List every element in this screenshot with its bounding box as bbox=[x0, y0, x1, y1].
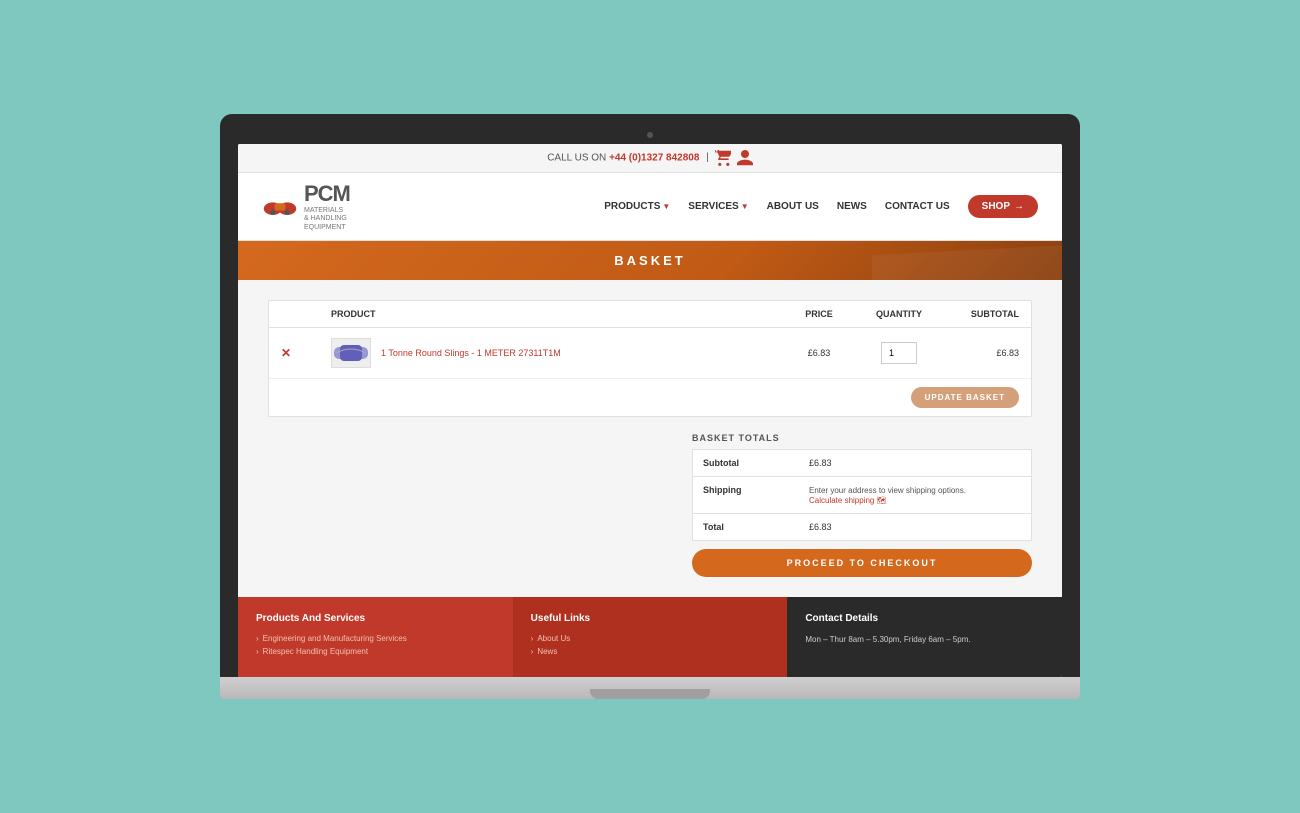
calculate-shipping-link[interactable]: Calculate shipping 🗺 bbox=[809, 496, 1021, 505]
footer-col2-title: Useful Links bbox=[531, 613, 770, 624]
banner-title: BASKET bbox=[250, 253, 1050, 268]
totals-table: Subtotal £6.83 Shipping Enter your addre… bbox=[692, 449, 1032, 541]
subtotal-value: £6.83 bbox=[809, 458, 1021, 468]
item-subtotal: £6.83 bbox=[939, 348, 1019, 358]
page-banner: BASKET bbox=[238, 241, 1062, 280]
col-sub-header: Subtotal bbox=[939, 309, 1019, 319]
sling-image bbox=[332, 339, 370, 367]
shipping-value: Enter your address to view shipping opti… bbox=[809, 485, 1021, 505]
footer-links: Useful Links About Us News bbox=[513, 597, 788, 677]
basket-totals-area: BASKET TOTALS Subtotal £6.83 Shipping En… bbox=[268, 433, 1032, 577]
main-nav: PRODUCTS ▼ SERVICES ▼ ABOUT US NEWS CONT bbox=[604, 195, 1038, 218]
total-value: £6.83 bbox=[809, 522, 1021, 532]
user-icon[interactable] bbox=[737, 150, 753, 166]
arrow-right-icon: → bbox=[1014, 201, 1024, 212]
external-link-icon: 🗺 bbox=[876, 496, 886, 505]
footer-link-engineering[interactable]: Engineering and Manufacturing Services bbox=[256, 634, 495, 643]
footer-link-about[interactable]: About Us bbox=[531, 634, 770, 643]
chevron-down-icon: ▼ bbox=[662, 202, 670, 211]
shipping-note: Enter your address to view shipping opti… bbox=[809, 485, 1021, 496]
col-qty-header: Quantity bbox=[859, 309, 939, 319]
laptop-notch bbox=[590, 689, 710, 699]
quantity-input[interactable] bbox=[881, 342, 917, 364]
subtotal-label: Subtotal bbox=[703, 458, 809, 468]
total-label: Total bbox=[703, 522, 809, 532]
update-basket-button[interactable]: UPDATE BASKET bbox=[911, 387, 1019, 408]
footer-hours: Mon – Thur 8am – 5.30pm, Friday 6am – 5p… bbox=[805, 634, 1044, 647]
footer-col3-title: Contact Details bbox=[805, 613, 1044, 624]
logo-subtitle: MATERIALS& HANDLINGEQUIPMENT bbox=[304, 207, 350, 232]
screen-bezel: CALL US ON +44 (0)1327 842808 | bbox=[220, 114, 1080, 677]
product-cell: 1 Tonne Round Slings - 1 METER 27311T1M bbox=[331, 338, 779, 368]
nav-services[interactable]: SERVICES ▼ bbox=[688, 201, 748, 212]
item-price: £6.83 bbox=[779, 348, 859, 358]
footer-col1-title: Products And Services bbox=[256, 613, 495, 624]
cart-icon[interactable] bbox=[715, 150, 731, 166]
shipping-row: Shipping Enter your address to view ship… bbox=[693, 477, 1031, 514]
chevron-down-icon: ▼ bbox=[741, 202, 749, 211]
logo[interactable]: PCM MATERIALS& HANDLINGEQUIPMENT bbox=[262, 181, 362, 232]
footer-products: Products And Services Engineering and Ma… bbox=[238, 597, 513, 677]
checkout-button[interactable]: PROCEED TO CHECKOUT bbox=[692, 549, 1032, 577]
product-image bbox=[331, 338, 371, 368]
qty-cell bbox=[859, 342, 939, 364]
col-remove bbox=[281, 309, 331, 319]
footer-link-ritespec[interactable]: Ritespec Handling Equipment bbox=[256, 647, 495, 656]
site-footer: Products And Services Engineering and Ma… bbox=[238, 597, 1062, 677]
product-name-link[interactable]: 1 Tonne Round Slings - 1 METER 27311T1M bbox=[381, 348, 561, 358]
top-icons: | bbox=[706, 150, 753, 166]
nav-news[interactable]: NEWS bbox=[837, 201, 867, 212]
remove-item-button[interactable]: ✕ bbox=[281, 346, 331, 360]
footer-contact: Contact Details Mon – Thur 8am – 5.30pm,… bbox=[787, 597, 1062, 677]
logo-icon bbox=[262, 192, 298, 220]
camera bbox=[647, 132, 653, 138]
subtotal-row: Subtotal £6.83 bbox=[693, 450, 1031, 477]
laptop-frame: CALL US ON +44 (0)1327 842808 | bbox=[220, 114, 1080, 699]
totals-title: BASKET TOTALS bbox=[692, 433, 1032, 443]
laptop-base bbox=[220, 677, 1080, 699]
basket-table: Product Price Quantity Subtotal ✕ bbox=[268, 300, 1032, 417]
phone-number[interactable]: +44 (0)1327 842808 bbox=[609, 152, 699, 163]
table-header: Product Price Quantity Subtotal bbox=[269, 301, 1031, 328]
nav-about[interactable]: ABOUT US bbox=[767, 201, 819, 212]
nav-products[interactable]: PRODUCTS ▼ bbox=[604, 201, 670, 212]
shipping-label: Shipping bbox=[703, 485, 809, 495]
screen-content: CALL US ON +44 (0)1327 842808 | bbox=[238, 144, 1062, 677]
table-row: ✕ 1 Tonne Round Slings - 1 METER 27311T1… bbox=[269, 328, 1031, 379]
total-row: Total £6.83 bbox=[693, 514, 1031, 540]
nav-contact[interactable]: CONTACT US bbox=[885, 201, 950, 212]
call-text: CALL US ON bbox=[547, 152, 606, 163]
main-content: Product Price Quantity Subtotal ✕ bbox=[238, 280, 1062, 597]
shop-button[interactable]: SHOP → bbox=[968, 195, 1038, 218]
logo-text: PCM bbox=[304, 181, 350, 207]
col-price-header: Price bbox=[779, 309, 859, 319]
col-product-header: Product bbox=[331, 309, 779, 319]
footer-link-news[interactable]: News bbox=[531, 647, 770, 656]
top-bar: CALL US ON +44 (0)1327 842808 | bbox=[238, 144, 1062, 173]
site-header: PCM MATERIALS& HANDLINGEQUIPMENT PRODUCT… bbox=[238, 173, 1062, 241]
basket-totals: BASKET TOTALS Subtotal £6.83 Shipping En… bbox=[692, 433, 1032, 577]
update-row: UPDATE BASKET bbox=[269, 379, 1031, 416]
